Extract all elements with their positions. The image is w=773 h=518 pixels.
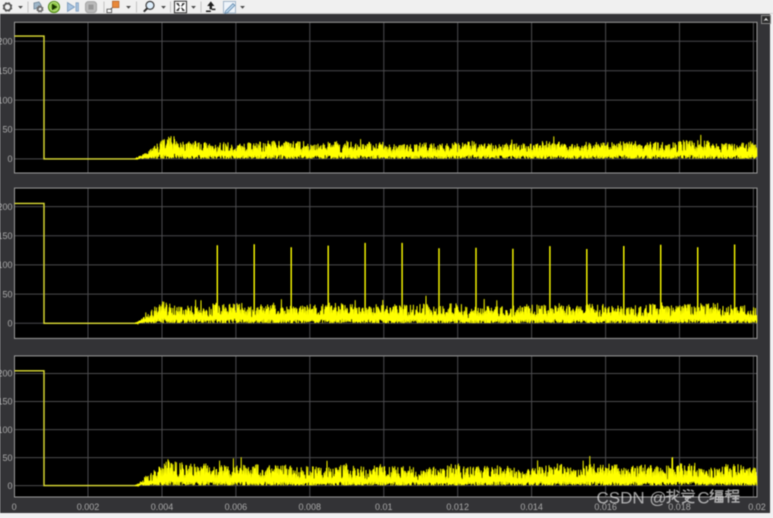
svg-text:C: C xyxy=(697,489,709,508)
svg-text:0.006: 0.006 xyxy=(225,502,248,512)
svg-text:0.014: 0.014 xyxy=(520,502,543,512)
svg-text:200: 200 xyxy=(0,202,13,212)
svg-text:150: 150 xyxy=(0,397,13,407)
svg-text:0.008: 0.008 xyxy=(299,502,322,512)
svg-text:0.004: 0.004 xyxy=(151,502,174,512)
svg-text:0.018: 0.018 xyxy=(668,502,691,512)
svg-text:50: 50 xyxy=(2,453,12,463)
svg-text:100: 100 xyxy=(0,260,13,270)
svg-text:0: 0 xyxy=(7,481,12,491)
svg-text:0.002: 0.002 xyxy=(77,502,100,512)
svg-text:0.02: 0.02 xyxy=(748,502,766,512)
svg-text:0: 0 xyxy=(7,319,12,329)
svg-text:200: 200 xyxy=(0,369,13,379)
svg-text:0: 0 xyxy=(7,154,12,164)
svg-text:200: 200 xyxy=(0,37,13,47)
svg-text:50: 50 xyxy=(2,289,12,299)
svg-text:CSDN @: CSDN @ xyxy=(597,489,667,508)
svg-text:100: 100 xyxy=(0,425,13,435)
svg-text:100: 100 xyxy=(0,95,13,105)
svg-text:50: 50 xyxy=(2,125,12,135)
svg-text:0.012: 0.012 xyxy=(446,502,469,512)
svg-text:150: 150 xyxy=(0,231,13,241)
svg-text:150: 150 xyxy=(0,66,13,76)
svg-text:0: 0 xyxy=(12,502,17,512)
svg-text:0.01: 0.01 xyxy=(375,502,393,512)
